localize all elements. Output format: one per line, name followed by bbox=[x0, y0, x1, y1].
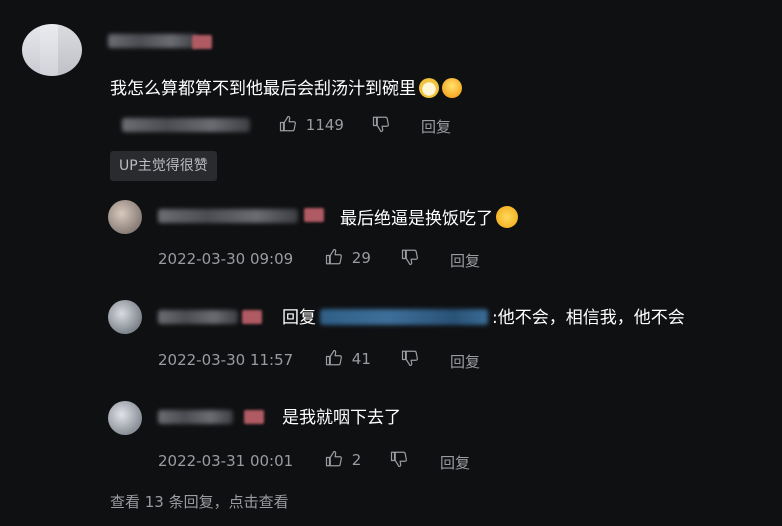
mention-link[interactable] bbox=[320, 309, 488, 325]
thumbs-up-icon bbox=[325, 349, 342, 366]
level-badge bbox=[304, 208, 324, 222]
reply-content: :他不会，相信我，他不会 bbox=[492, 308, 685, 328]
level-badge bbox=[192, 35, 212, 49]
thumbs-down-icon bbox=[401, 350, 418, 367]
reply-content: 是我就咽下去了 bbox=[282, 408, 401, 428]
blurred-timestamp bbox=[122, 118, 250, 132]
like-count: 1149 bbox=[305, 116, 344, 134]
thumbs-up-icon bbox=[279, 115, 296, 132]
like-button[interactable]: 2 bbox=[325, 450, 361, 469]
dislike-button[interactable] bbox=[401, 248, 419, 267]
avatar[interactable] bbox=[108, 300, 142, 334]
thumbs-down-icon bbox=[372, 116, 389, 133]
timestamp: 2022-03-31 00:01 bbox=[158, 452, 294, 470]
dislike-button[interactable] bbox=[372, 115, 390, 134]
reply-prefix: 回复 bbox=[282, 308, 316, 328]
comment-content: 我怎么算都算不到他最后会刮汤汁到碗里 bbox=[110, 79, 416, 99]
like-count: 41 bbox=[351, 350, 371, 368]
comment-text: 我怎么算都算不到他最后会刮汤汁到碗里 bbox=[110, 78, 462, 100]
thumbs-up-icon bbox=[325, 450, 342, 467]
username[interactable] bbox=[158, 310, 238, 324]
thumbs-down-icon bbox=[401, 249, 418, 266]
avatar[interactable] bbox=[108, 200, 142, 234]
reply-text: 是我就咽下去了 bbox=[282, 407, 401, 429]
username[interactable] bbox=[158, 209, 298, 223]
cat-emoji-icon bbox=[496, 206, 518, 228]
reply-content: 最后绝逼是换饭吃了 bbox=[340, 209, 493, 229]
reply-button[interactable]: 回复 bbox=[440, 452, 470, 473]
username[interactable] bbox=[108, 34, 198, 48]
thumbs-down-icon bbox=[390, 451, 407, 468]
reply-text: 回复 :他不会，相信我，他不会 bbox=[282, 307, 685, 329]
dislike-button[interactable] bbox=[390, 450, 408, 469]
like-button[interactable]: 41 bbox=[325, 349, 371, 368]
level-badge bbox=[244, 410, 264, 424]
reply-button[interactable]: 回复 bbox=[450, 351, 480, 372]
like-count: 2 bbox=[351, 451, 362, 469]
scream-emoji-icon bbox=[442, 78, 462, 98]
like-button[interactable]: 1149 bbox=[279, 115, 344, 134]
bowl-emoji-icon bbox=[419, 78, 439, 98]
like-count: 29 bbox=[351, 249, 371, 267]
avatar[interactable] bbox=[108, 401, 142, 435]
reply-button[interactable]: 回复 bbox=[421, 116, 451, 137]
timestamp: 2022-03-30 09:09 bbox=[158, 250, 294, 268]
level-badge bbox=[242, 310, 262, 324]
view-more-replies-link[interactable]: 查看 13 条回复，点击查看 bbox=[110, 491, 289, 512]
username[interactable] bbox=[158, 410, 233, 424]
dislike-button[interactable] bbox=[401, 349, 419, 368]
timestamp: 2022-03-30 11:57 bbox=[158, 351, 294, 369]
thumbs-up-icon bbox=[325, 248, 342, 265]
up-liked-badge: UP主觉得很赞 bbox=[110, 151, 217, 181]
avatar[interactable] bbox=[22, 24, 82, 76]
reply-button[interactable]: 回复 bbox=[450, 250, 480, 271]
like-button[interactable]: 29 bbox=[325, 248, 371, 267]
reply-text: 最后绝逼是换饭吃了 bbox=[340, 206, 518, 230]
